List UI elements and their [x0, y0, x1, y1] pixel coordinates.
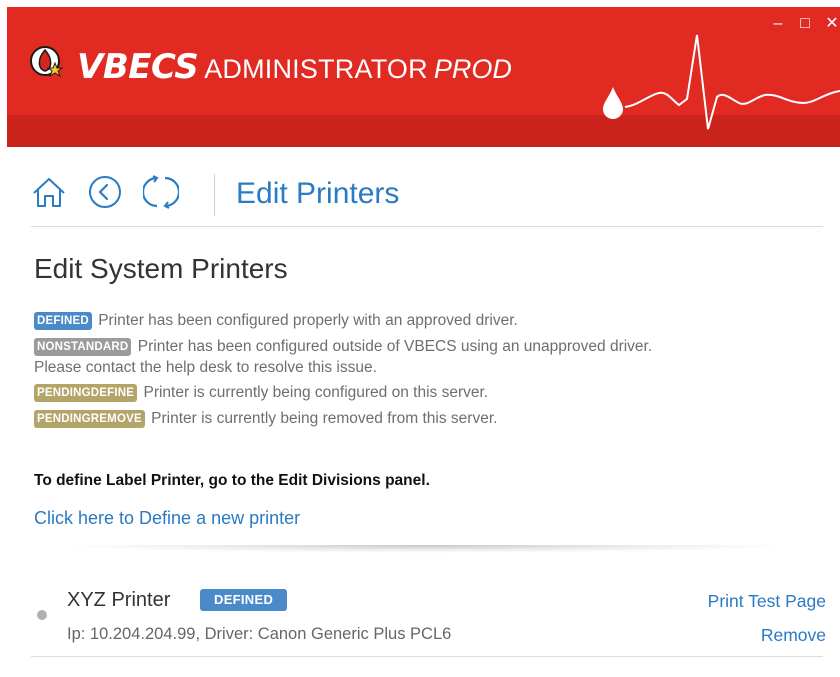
header-divider [31, 226, 823, 227]
define-new-printer-link[interactable]: Click here to Define a new printer [34, 508, 300, 529]
legend-text-pendingremove: Printer is currently being removed from … [151, 410, 498, 427]
back-icon[interactable] [87, 174, 123, 210]
home-icon[interactable] [31, 174, 67, 210]
app-title-brand: VBECS [77, 47, 199, 87]
app-title: VBECS ADMINISTRATOR PROD [77, 43, 512, 91]
app-title-admin: ADMINISTRATOR [204, 54, 428, 84]
printer-name: XYZ Printer [67, 589, 171, 611]
pendingdefine-badge: PENDINGDEFINE [34, 384, 138, 402]
legend-item-pendingdefine: PENDINGDEFINE Printer is currently being… [34, 380, 824, 406]
legend-text-nonstandard: Printer has been configured outside of V… [137, 338, 653, 355]
refresh-icon[interactable] [143, 174, 179, 210]
legend-item-pendingremove: PENDINGREMOVE Printer is currently being… [34, 406, 824, 432]
legend-item-nonstandard: NONSTANDARD Printer has been configured … [34, 334, 824, 360]
close-button[interactable]: ✕ [821, 13, 840, 35]
app-window: VBECS ADMINISTRATOR PROD – □ ✕ Edit Printe… [7, 7, 840, 677]
nav-divider [214, 174, 215, 216]
app-banner: VBECS ADMINISTRATOR PROD – □ ✕ [7, 7, 840, 147]
nonstandard-badge: NONSTANDARD [34, 338, 132, 356]
vbecs-logo-icon [30, 46, 64, 78]
printer-details: Ip: 10.204.204.99, Driver: Canon Generic… [67, 625, 452, 643]
section-title: Edit System Printers [34, 253, 288, 284]
legend-text-defined: Printer has been configured properly wit… [98, 312, 518, 329]
legend-text-pendingdefine: Printer is currently being configured on… [143, 384, 489, 401]
printer-status-badge: DEFINED [200, 589, 288, 611]
printer-row: XYZ Printer DEFINED Ip: 10.204.204.99, D… [31, 579, 826, 657]
heartbeat-graphic-icon [603, 34, 840, 130]
label-printer-instruction: To define Label Printer, go to the Edit … [34, 472, 430, 489]
legend-item-defined: DEFINED Printer has been configured prop… [34, 308, 824, 334]
section-divider [57, 545, 797, 553]
print-test-page-link[interactable]: Print Test Page [708, 591, 826, 612]
page-title: Edit Printers [236, 177, 400, 210]
legend-text-nonstandard-continued: Please contact the help desk to resolve … [34, 359, 377, 376]
printer-status-dot [37, 610, 47, 620]
maximize-button[interactable]: □ [794, 13, 816, 35]
remove-printer-link[interactable]: Remove [761, 625, 826, 646]
row-divider [31, 656, 823, 657]
status-legend: DEFINED Printer has been configured prop… [34, 308, 824, 432]
minimize-button[interactable]: – [767, 13, 789, 35]
app-title-environment: PROD [433, 54, 512, 84]
defined-badge: DEFINED [34, 312, 92, 330]
pendingremove-badge: PENDINGREMOVE [34, 410, 145, 428]
